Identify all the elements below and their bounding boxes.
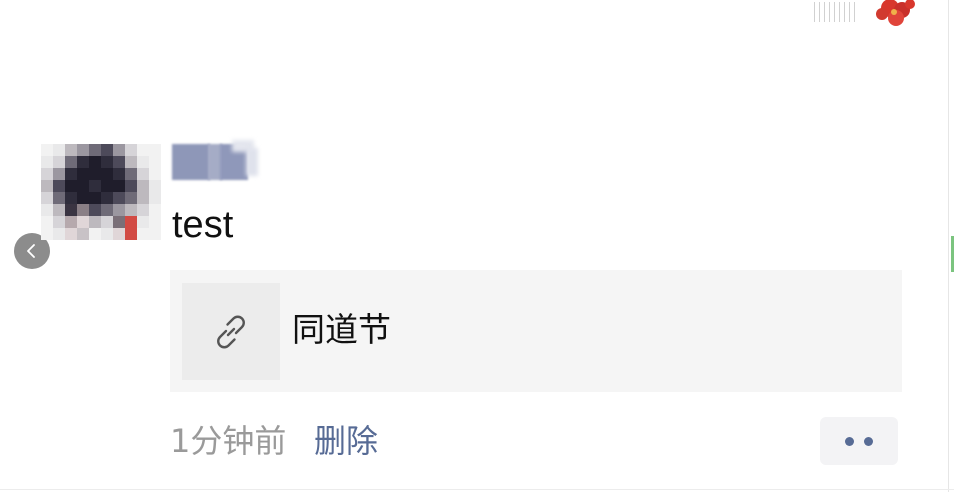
avatar-pixel — [77, 180, 89, 192]
avatar-pixel — [113, 168, 125, 180]
avatar-pixel — [125, 228, 137, 240]
avatar-pixel — [41, 180, 53, 192]
avatar-pixel — [137, 192, 149, 204]
avatar-pixel — [41, 144, 53, 156]
shared-link-card[interactable]: 同道节 — [170, 270, 902, 392]
avatar-pixel — [113, 228, 125, 240]
link-icon — [217, 315, 245, 348]
username-blurred[interactable] — [172, 140, 260, 182]
avatar-pixel — [77, 168, 89, 180]
avatar-pixel — [77, 204, 89, 216]
avatar-pixel — [89, 216, 101, 228]
avatar-pixel — [77, 192, 89, 204]
avatar-pixel — [89, 192, 101, 204]
avatar-pixel — [137, 180, 149, 192]
avatar-pixel — [113, 156, 125, 168]
avatar-pixel — [41, 156, 53, 168]
avatar-pixel — [89, 228, 101, 240]
avatar-pixel — [65, 228, 77, 240]
cover-image-fragment — [808, 0, 918, 30]
avatar-pixel — [101, 180, 113, 192]
avatar-pixel — [125, 156, 137, 168]
avatar-pixel — [77, 156, 89, 168]
link-thumbnail — [182, 283, 280, 380]
avatar-pixel — [89, 204, 101, 216]
avatar-pixel — [89, 168, 101, 180]
avatar-pixel — [53, 144, 65, 156]
avatar-pixel — [53, 156, 65, 168]
avatar-pixel — [137, 156, 149, 168]
chevron-left-icon — [27, 244, 35, 258]
avatar-pixel — [53, 168, 65, 180]
avatar-pixel — [65, 180, 77, 192]
avatar-pixel — [101, 216, 113, 228]
more-dots-icon — [864, 436, 873, 446]
avatar-pixel — [125, 168, 137, 180]
avatar-pixel — [101, 192, 113, 204]
avatar-pixel — [101, 144, 113, 156]
avatar-pixel — [149, 216, 161, 228]
avatar-pixel — [101, 204, 113, 216]
avatar-pixel — [125, 144, 137, 156]
avatar-pixel — [149, 204, 161, 216]
avatar-pixel — [113, 216, 125, 228]
red-flower-decoration — [876, 0, 915, 26]
avatar-pixel — [149, 156, 161, 168]
avatar-pixel — [113, 180, 125, 192]
avatar-pixel — [65, 216, 77, 228]
avatar-pixel — [89, 144, 101, 156]
more-actions-button[interactable] — [820, 417, 898, 465]
delete-button[interactable]: 删除 — [314, 420, 378, 462]
avatar-pixel — [53, 180, 65, 192]
avatar-pixel — [137, 204, 149, 216]
avatar-pixel — [65, 144, 77, 156]
avatar-pixel — [101, 156, 113, 168]
avatar-pixel — [65, 192, 77, 204]
moments-post-view: test 同道节 1分钟前 删除 — [0, 0, 954, 492]
bottom-divider — [0, 489, 954, 490]
avatar-pixel — [53, 204, 65, 216]
avatar-pixel — [41, 168, 53, 180]
avatar-pixel — [113, 192, 125, 204]
avatar-pixel — [113, 144, 125, 156]
avatar-pixel — [125, 204, 137, 216]
post-text: test — [172, 204, 234, 246]
avatar-pixel — [149, 168, 161, 180]
cover-text-lines — [814, 2, 856, 22]
avatar-pixel — [137, 216, 149, 228]
avatar-pixel — [65, 204, 77, 216]
avatar-pixel — [137, 168, 149, 180]
avatar-pixel — [125, 216, 137, 228]
avatar-pixel — [53, 228, 65, 240]
avatar-pixel — [41, 192, 53, 204]
post-timestamp: 1分钟前 — [170, 422, 287, 460]
avatar-pixel — [89, 180, 101, 192]
avatar-pixel — [149, 144, 161, 156]
avatar-pixel — [89, 156, 101, 168]
avatar-pixel — [77, 228, 89, 240]
avatar-pixel — [149, 180, 161, 192]
avatar-pixel — [101, 228, 113, 240]
avatar-pixel — [41, 216, 53, 228]
avatar-pixel — [65, 156, 77, 168]
avatar-pixel — [53, 192, 65, 204]
avatar-pixel — [77, 216, 89, 228]
link-title: 同道节 — [292, 310, 391, 349]
avatar-pixel — [41, 204, 53, 216]
avatar-pixel — [113, 204, 125, 216]
avatar-pixel — [53, 216, 65, 228]
panel-divider — [948, 0, 949, 492]
avatar-pixel — [125, 180, 137, 192]
avatar-pixel — [77, 144, 89, 156]
avatar-pixel — [149, 228, 161, 240]
avatar-pixel — [101, 168, 113, 180]
avatar-pixel — [137, 144, 149, 156]
avatar-pixel — [149, 192, 161, 204]
avatar[interactable] — [41, 144, 161, 240]
avatar-pixel — [137, 228, 149, 240]
avatar-pixel — [41, 228, 53, 240]
avatar-pixel — [65, 168, 77, 180]
avatar-pixel — [125, 192, 137, 204]
more-dots-icon — [845, 436, 854, 446]
